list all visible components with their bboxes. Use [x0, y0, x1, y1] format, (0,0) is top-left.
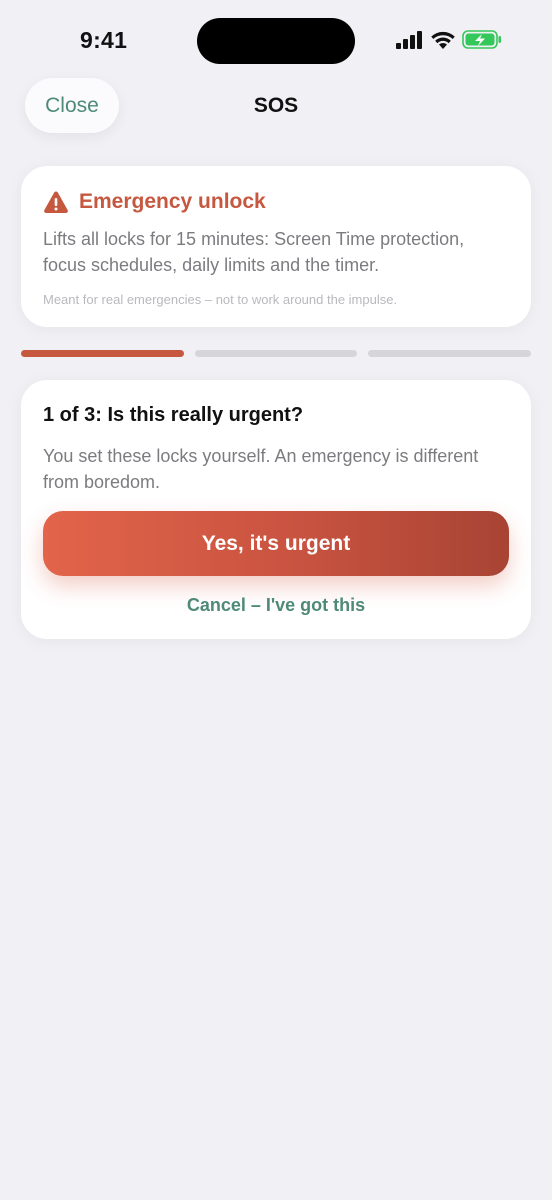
emergency-note: Meant for real emergencies – not to work… [43, 292, 398, 307]
dynamic-island [197, 18, 355, 64]
step-description: You set these locks yourself. An emergen… [43, 446, 479, 492]
step-card: 1 of 3: Is this really urgent? You set t… [21, 380, 531, 639]
progress-segment-3 [368, 350, 532, 357]
step-progress [21, 350, 532, 357]
status-bar: 9:41 [0, 0, 552, 80]
status-time: 9:41 [80, 27, 128, 53]
warning-triangle-icon [44, 191, 68, 213]
page-title: SOS [253, 94, 299, 117]
progress-segment-2 [194, 350, 358, 357]
step-title: 1 of 3: Is this really urgent? [43, 404, 304, 426]
emergency-title: Emergency unlock [79, 190, 266, 213]
progress-segment-1 [21, 350, 184, 357]
status-icons [396, 30, 502, 49]
wifi-icon [431, 31, 455, 49]
confirm-urgent-button[interactable]: Yes, it's urgent [43, 511, 509, 576]
cancel-button[interactable]: Cancel – I've got this [21, 595, 531, 616]
emergency-description: Lifts all locks for 15 minutes: Screen T… [43, 229, 465, 275]
cellular-signal-icon [396, 30, 422, 49]
battery-charging-icon [462, 30, 501, 49]
emergency-info-card: Emergency unlock Lifts all locks for 15 … [21, 166, 531, 327]
emergency-header: Emergency unlock [43, 190, 509, 214]
